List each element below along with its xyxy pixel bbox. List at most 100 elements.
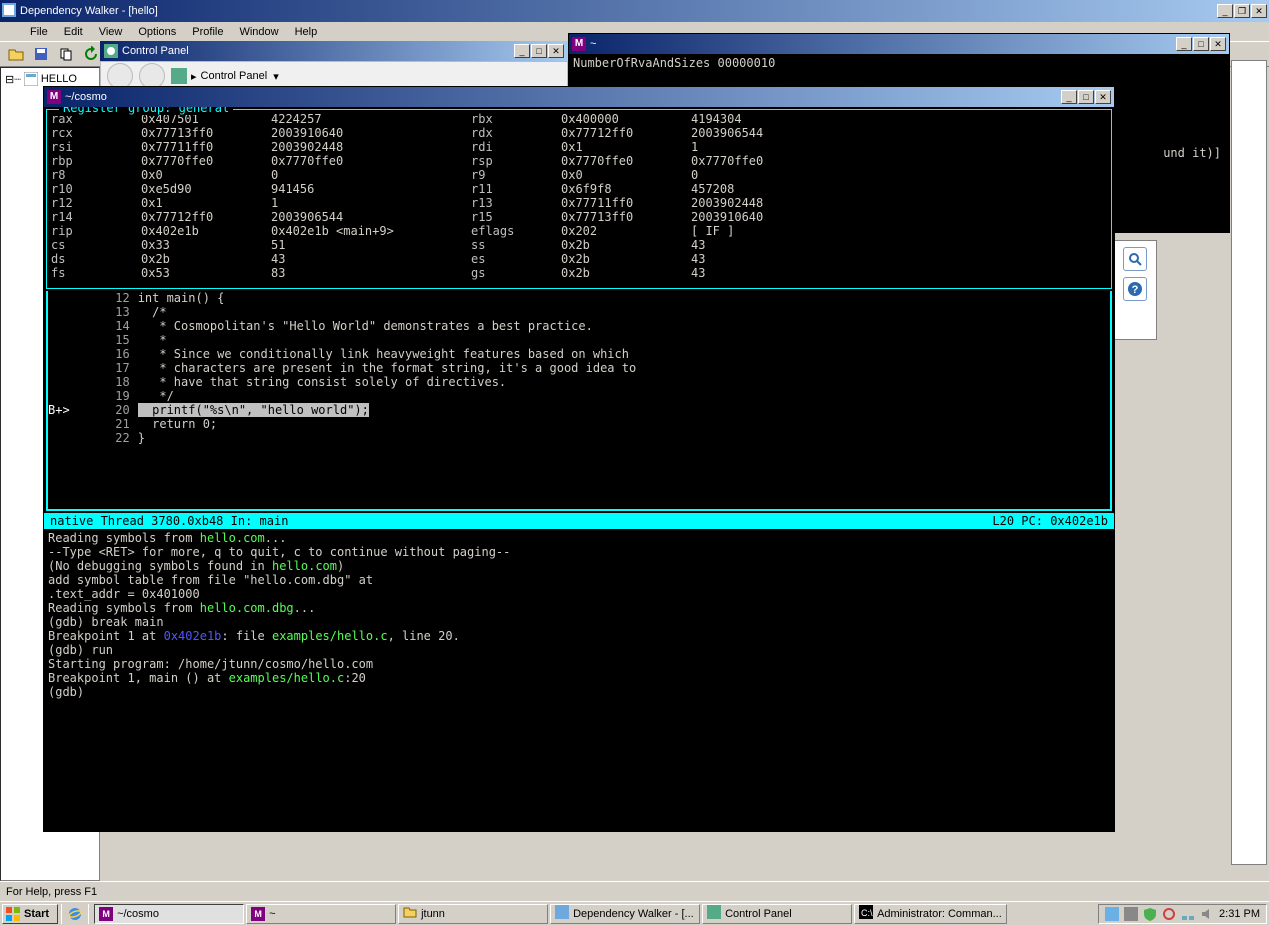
volume-icon[interactable] [1200,907,1214,921]
taskbar-item[interactable]: C:\Administrator: Comman... [854,904,1007,924]
register-cell: 2003910640 [271,126,461,140]
cosmo-titlebar[interactable]: M ~/cosmo _ □ ✕ [44,87,1114,107]
tray-icon[interactable] [1105,907,1119,921]
registers-grid: rax0x4075014224257rbx0x4000004194304rcx0… [51,112,1107,280]
cp-titlebar[interactable]: Control Panel _ □ ✕ [100,41,568,61]
svg-text:C:\: C:\ [861,908,873,918]
register-cell: 0x77711ff0 [561,196,681,210]
menu-options[interactable]: Options [130,24,184,40]
restore-button[interactable]: ❐ [1234,4,1250,18]
taskbar-item[interactable]: jtunn [398,904,548,924]
registers-panel: Register group: general rax0x40750142242… [46,109,1112,289]
t: (gdb) break main [48,615,1110,629]
menu-view[interactable]: View [91,24,131,40]
copy-icon[interactable] [54,43,77,65]
cosmo-title: ~/cosmo [65,91,1061,103]
taskbar-item[interactable]: Dependency Walker - [... [550,904,700,924]
refresh-icon[interactable] [79,43,102,65]
dep-titlebar[interactable]: Dependency Walker - [hello] _ ❐ ✕ [0,0,1269,22]
network-icon[interactable] [1181,907,1195,921]
register-cell: 0x77711ff0 [141,140,261,154]
t: Breakpoint 1 at [48,629,164,643]
maximize-button[interactable]: □ [1193,37,1209,51]
chevron-down-icon[interactable]: ▾ [273,70,279,83]
status-text: For Help, press F1 [6,886,97,898]
terminal-line: NumberOfRvaAndSizes 00000010 [569,54,1229,72]
breadcrumb-label[interactable]: Control Panel [201,70,268,82]
shield-icon[interactable] [1143,907,1157,921]
collapse-icon[interactable]: ⊟┈ [5,73,21,86]
register-cell: ds [51,252,131,266]
gdb-prompt[interactable]: (gdb) [48,685,1110,699]
task-label: Dependency Walker - [... [573,908,694,920]
search-icon[interactable] [1123,247,1147,271]
menu-window[interactable]: Window [231,24,286,40]
t: .text_addr = 0x401000 [48,587,1110,601]
mintty-icon: M [47,90,61,104]
close-button[interactable]: ✕ [1210,37,1226,51]
register-cell: 1 [691,140,811,154]
task-label: ~/cosmo [117,908,159,920]
register-cell: 2003902448 [691,196,811,210]
source-line: 17 * characters are present in the forma… [48,361,1110,375]
source-line: 15 * [48,333,1110,347]
register-cell: r12 [51,196,131,210]
module-icon [24,72,38,86]
taskbar-item[interactable]: M~ [246,904,396,924]
register-cell: 0x77712ff0 [141,210,261,224]
gdb-output: Reading symbols from hello.com... --Type… [44,529,1114,701]
source-line: 22} [48,431,1110,445]
chevron-right-icon[interactable]: ▸ [191,70,197,83]
t: (gdb) run [48,643,1110,657]
tree-node-root[interactable]: ⊟┈ HELLO [5,72,95,86]
t: hello.com [272,559,337,573]
minimize-button[interactable]: _ [1176,37,1192,51]
maximize-button[interactable]: □ [531,44,547,58]
help-icon[interactable]: ? [1123,277,1147,301]
maximize-button[interactable]: □ [1078,90,1094,104]
register-cell: 0x0 [561,168,681,182]
menu-file[interactable]: File [22,24,56,40]
t: (No debugging symbols found in [48,559,272,573]
registers-title: Register group: general [59,107,233,115]
register-cell: rdi [471,140,551,154]
register-cell: fs [51,266,131,280]
register-cell: cs [51,238,131,252]
menu-edit[interactable]: Edit [56,24,91,40]
open-icon[interactable] [4,43,27,65]
mintty-icon: M [572,37,586,51]
taskbar-item[interactable]: M~/cosmo [94,904,244,924]
t: 0x402e1b [164,629,222,643]
breadcrumb[interactable]: ▸ Control Panel ▾ [171,68,279,84]
start-button[interactable]: Start [2,904,58,924]
register-cell: 0x53 [141,266,261,280]
ie-quicklaunch-icon[interactable] [65,906,85,922]
close-button[interactable]: ✕ [1095,90,1111,104]
tray-icon[interactable] [1162,907,1176,921]
register-cell: 0xe5d90 [141,182,261,196]
save-icon[interactable] [29,43,52,65]
register-cell: 0x7770ffe0 [141,154,261,168]
start-label: Start [24,908,49,920]
menu-help[interactable]: Help [287,24,326,40]
register-cell: es [471,252,551,266]
register-cell: 51 [271,238,461,252]
register-cell: 0x77713ff0 [561,210,681,224]
menu-profile[interactable]: Profile [184,24,231,40]
tray-icon[interactable] [1124,907,1138,921]
minimize-button[interactable]: _ [514,44,530,58]
cosmo-terminal[interactable]: Register group: general rax0x40750142242… [44,107,1114,831]
register-cell: r15 [471,210,551,224]
register-cell: r14 [51,210,131,224]
close-button[interactable]: ✕ [1251,4,1267,18]
minimize-button[interactable]: _ [1217,4,1233,18]
mtilde-titlebar[interactable]: M ~ _ □ ✕ [569,34,1229,54]
clock[interactable]: 2:31 PM [1219,908,1260,920]
t: , line 20. [388,629,460,643]
task-icon [555,905,569,922]
minimize-button[interactable]: _ [1061,90,1077,104]
register-cell: 0 [691,168,811,182]
register-cell: gs [471,266,551,280]
close-button[interactable]: ✕ [548,44,564,58]
taskbar-item[interactable]: Control Panel [702,904,852,924]
